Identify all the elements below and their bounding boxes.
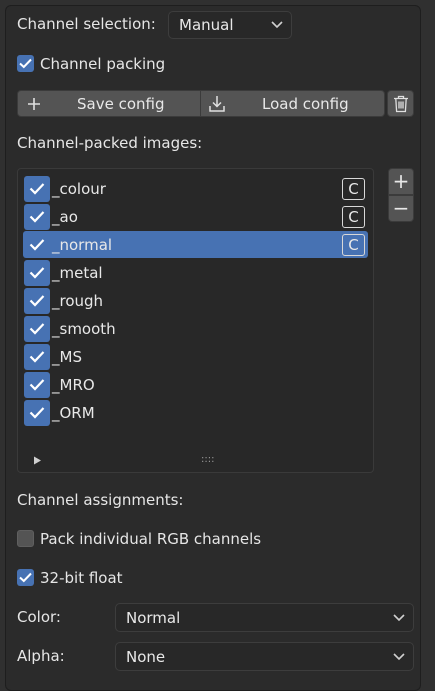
- plus-icon: [28, 98, 40, 110]
- float32-checkbox[interactable]: [17, 569, 34, 586]
- item-checkbox[interactable]: [24, 344, 50, 370]
- item-name: _MS: [52, 347, 82, 366]
- checkmark-icon: [29, 183, 45, 195]
- item-name: _colour: [52, 179, 106, 198]
- item-name: _ao: [52, 207, 78, 226]
- save-config-label: Save config: [77, 94, 165, 113]
- alpha-dropdown[interactable]: None: [115, 642, 414, 671]
- alpha-label: Alpha:: [17, 647, 65, 665]
- packed-images-label: Channel-packed images:: [17, 134, 203, 152]
- item-checkbox[interactable]: [24, 288, 50, 314]
- list-item[interactable]: _ORM: [23, 399, 368, 426]
- color-value: Normal: [126, 608, 181, 627]
- list-item[interactable]: _rough: [23, 287, 368, 314]
- chevron-down-icon: [393, 652, 405, 660]
- packed-images-list[interactable]: _colour C _ao C _normal C _metal _rough …: [17, 168, 374, 473]
- checkmark-icon: [29, 379, 45, 391]
- item-checkbox[interactable]: [24, 232, 50, 258]
- resize-grip-icon[interactable]: ::::: [201, 454, 214, 465]
- channel-selection-dropdown[interactable]: Manual: [168, 11, 292, 39]
- download-icon: [209, 96, 225, 112]
- item-checkbox[interactable]: [24, 260, 50, 286]
- item-c-badge[interactable]: C: [342, 234, 365, 256]
- list-item[interactable]: _smooth: [23, 315, 368, 342]
- item-checkbox[interactable]: [24, 176, 50, 202]
- list-item[interactable]: _metal: [23, 259, 368, 286]
- list-item[interactable]: _ao C: [23, 203, 368, 230]
- checkmark-icon: [29, 295, 45, 307]
- item-name: _rough: [52, 291, 104, 310]
- channel-assignments-label: Channel assignments:: [17, 491, 184, 509]
- item-name: _metal: [52, 263, 103, 282]
- item-checkbox[interactable]: [24, 204, 50, 230]
- list-item[interactable]: _MRO: [23, 371, 368, 398]
- trash-icon: [394, 95, 408, 113]
- expand-triangle-icon[interactable]: [33, 456, 42, 465]
- checkmark-icon: [29, 239, 45, 251]
- delete-config-button[interactable]: [387, 90, 414, 117]
- float32-label[interactable]: 32-bit float: [40, 569, 123, 587]
- item-checkbox[interactable]: [24, 316, 50, 342]
- checkmark-icon: [29, 211, 45, 223]
- checkmark-icon: [29, 267, 45, 279]
- item-name: _MRO: [52, 375, 95, 394]
- channel-selection-label: Channel selection:: [17, 15, 156, 33]
- channel-packing-checkbox[interactable]: [17, 55, 34, 72]
- alpha-value: None: [126, 647, 166, 666]
- checkmark-icon: [29, 351, 45, 363]
- checkmark-icon: [19, 58, 32, 69]
- save-config-button[interactable]: Save config: [17, 90, 201, 117]
- checkmark-icon: [19, 572, 32, 583]
- chevron-down-icon: [271, 21, 283, 29]
- pack-rgb-label[interactable]: Pack individual RGB channels: [40, 530, 261, 548]
- item-c-badge[interactable]: C: [342, 178, 365, 200]
- chevron-down-icon: [393, 613, 405, 621]
- item-checkbox[interactable]: [24, 372, 50, 398]
- item-name: _smooth: [52, 319, 116, 338]
- item-name: _normal: [52, 235, 113, 254]
- item-checkbox[interactable]: [24, 400, 50, 426]
- channel-packing-label[interactable]: Channel packing: [40, 55, 165, 73]
- load-config-button[interactable]: Load config: [200, 90, 385, 117]
- item-c-badge[interactable]: C: [342, 206, 365, 228]
- checkmark-icon: [29, 407, 45, 419]
- list-item[interactable]: _colour C: [23, 175, 368, 202]
- list-item[interactable]: _MS: [23, 343, 368, 370]
- item-name: _ORM: [52, 403, 95, 422]
- add-item-button[interactable]: +: [388, 168, 414, 195]
- channel-selection-value: Manual: [179, 16, 234, 34]
- color-label: Color:: [17, 608, 61, 626]
- load-config-label: Load config: [262, 94, 349, 113]
- remove-item-button[interactable]: −: [388, 195, 414, 222]
- list-item-selected[interactable]: _normal C: [23, 231, 368, 258]
- pack-rgb-checkbox[interactable]: [17, 530, 34, 547]
- checkmark-icon: [29, 323, 45, 335]
- color-dropdown[interactable]: Normal: [115, 603, 414, 632]
